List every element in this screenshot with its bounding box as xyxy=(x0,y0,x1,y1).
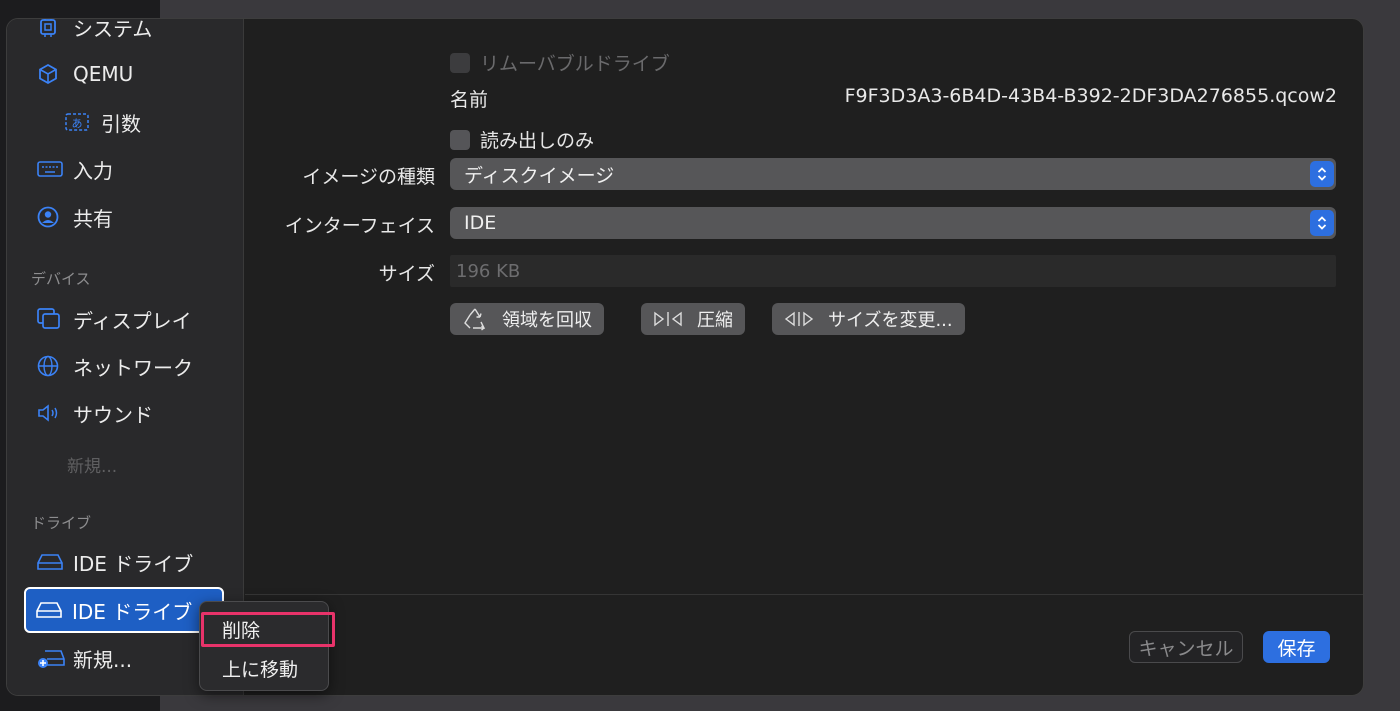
removable-drive-checkbox[interactable]: リムーバブルドライブ xyxy=(450,49,670,76)
interface-label: インターフェイス xyxy=(284,215,435,237)
readonly-label: 読み出しのみ xyxy=(480,130,595,152)
display-icon xyxy=(37,307,65,331)
compress-arrows-icon xyxy=(653,311,683,327)
svg-text:あ: あ xyxy=(72,117,83,130)
new-drive-button[interactable]: 新規... xyxy=(37,640,132,676)
sidebar-item-label: 新規... xyxy=(73,647,133,672)
sidebar-item-label: 共有 xyxy=(73,206,113,231)
sidebar-item-input[interactable]: 入力 xyxy=(37,151,113,187)
sidebar-item-label: サウンド xyxy=(73,402,153,427)
recycle-icon xyxy=(462,307,488,331)
highlight-box xyxy=(201,612,335,647)
checkbox-box xyxy=(450,52,470,73)
interface-value: IDE xyxy=(464,212,497,234)
checkbox-box xyxy=(450,129,470,150)
section-header-drives: ドライブ xyxy=(31,514,92,532)
sidebar-item-label: 引数 xyxy=(101,111,141,136)
speaker-icon xyxy=(37,401,65,425)
network-globe-icon xyxy=(37,354,65,378)
footer-divider xyxy=(245,594,1363,595)
sidebar-item-label: 入力 xyxy=(73,158,113,183)
compress-label: 圧縮 xyxy=(697,310,733,331)
drive-icon xyxy=(36,601,64,619)
compress-button[interactable]: 圧縮 xyxy=(641,303,745,335)
readonly-checkbox[interactable]: 読み出しのみ xyxy=(450,126,594,153)
person-circle-icon xyxy=(37,205,65,229)
resize-arrows-icon xyxy=(784,311,814,327)
menu-item-move-up[interactable]: 上に移動 xyxy=(222,655,298,682)
new-device-button[interactable]: 新規... xyxy=(67,452,117,477)
sidebar-item-ide-drive-1[interactable]: IDE ドライブ xyxy=(37,544,193,580)
reclaim-space-label: 領域を回収 xyxy=(502,310,592,331)
size-field: 196 KB xyxy=(450,255,1336,287)
cpu-icon xyxy=(37,19,65,39)
sidebar-item-network[interactable]: ネットワーク xyxy=(37,348,193,384)
image-type-label: イメージの種類 xyxy=(302,166,435,188)
removable-drive-label: リムーバブルドライブ xyxy=(480,53,670,75)
name-value: F9F3D3A3-6B4D-43B4-B392-2DF3DA276855.qco… xyxy=(844,85,1337,107)
drive-add-icon xyxy=(37,646,65,670)
sidebar-item-label: ディスプレイ xyxy=(73,308,192,333)
image-type-select[interactable]: ディスクイメージ xyxy=(450,158,1336,190)
sidebar-item-ide-drive-2[interactable]: IDE ドライブ xyxy=(24,587,224,633)
size-value: 196 KB xyxy=(456,260,521,282)
sidebar-item-label: QEMU xyxy=(73,62,134,86)
cancel-button[interactable]: キャンセル xyxy=(1129,631,1243,663)
sidebar-item-sound[interactable]: サウンド xyxy=(37,395,153,431)
cube-icon xyxy=(37,62,65,86)
sidebar-item-label: システム xyxy=(73,18,153,41)
resize-label: サイズを変更... xyxy=(828,310,953,331)
interface-select[interactable]: IDE xyxy=(450,207,1336,239)
reclaim-space-button[interactable]: 領域を回収 xyxy=(450,303,604,335)
sidebar-item-label: ネットワーク xyxy=(73,355,193,380)
size-label: サイズ xyxy=(378,263,435,285)
name-label: 名前 xyxy=(450,89,489,111)
sidebar-item-system[interactable]: システム xyxy=(37,18,153,45)
section-header-devices: デバイス xyxy=(31,270,91,288)
keyboard-icon xyxy=(37,157,65,181)
sidebar-item-arguments[interactable]: あ 引数 xyxy=(65,104,141,140)
chevron-up-down-icon xyxy=(1310,161,1334,187)
drive-icon xyxy=(37,550,65,574)
image-type-value: ディスクイメージ xyxy=(464,164,615,187)
sidebar-item-label: IDE ドライブ xyxy=(73,551,194,576)
save-button[interactable]: 保存 xyxy=(1263,631,1330,663)
sidebar-item-sharing[interactable]: 共有 xyxy=(37,199,113,235)
sidebar-item-qemu[interactable]: QEMU xyxy=(37,56,133,92)
text-input-icon: あ xyxy=(65,110,93,134)
settings-window: システム QEMU あ 引数 入力 共有 デバイス ディスプレイ ネットワーク … xyxy=(6,18,1364,696)
sidebar: システム QEMU あ 引数 入力 共有 デバイス ディスプレイ ネットワーク … xyxy=(7,18,244,695)
resize-button[interactable]: サイズを変更... xyxy=(772,303,965,335)
sidebar-item-label: IDE ドライブ xyxy=(72,599,193,624)
chevron-up-down-icon xyxy=(1310,210,1334,236)
sidebar-item-display[interactable]: ディスプレイ xyxy=(37,301,192,337)
